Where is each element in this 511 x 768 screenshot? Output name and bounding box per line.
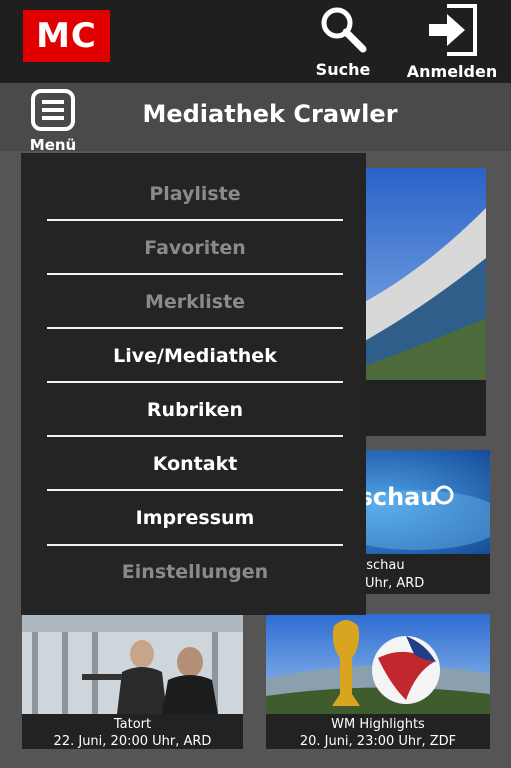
menu-divider [47,219,343,221]
video-subtitle: 20. Juni, 23:00 Uhr, ZDF [299,734,457,749]
menu-item-playliste[interactable]: Playliste [47,183,343,205]
video-title: WM Highlights [331,717,425,732]
menu-divider [47,327,343,329]
menu-icon [31,89,75,131]
video-subtitle: 22. Juni, 20:00 Uhr, ARD [53,734,212,749]
menu-item-kontakt[interactable]: Kontakt [47,453,343,475]
login-icon [429,4,477,56]
top-bar: MC Suche Anmelden [0,0,511,83]
search-button[interactable]: Suche [312,4,374,79]
menu-item-merkliste[interactable]: Merkliste [47,291,343,313]
menu-item-live-mediathek[interactable]: Live/Mediathek [47,345,343,367]
video-title: Tatort [113,717,152,732]
menu-divider [47,544,343,546]
login-button[interactable]: Anmelden [405,4,499,81]
video-thumbnail [22,614,243,714]
menu-divider [47,381,343,383]
menu-divider [47,489,343,491]
video-card[interactable]: Tatort 22. Juni, 20:00 Uhr, ARD [22,614,243,749]
navigation-menu: Playliste Favoriten Merkliste Live/Media… [21,153,366,615]
search-label: Suche [315,60,371,79]
menu-divider [47,273,343,275]
login-label: Anmelden [406,62,498,81]
menu-item-einstellungen[interactable]: Einstellungen [47,561,343,583]
page-title: Mediathek Crawler [142,100,398,128]
video-card[interactable]: WM Highlights 20. Juni, 23:00 Uhr, ZDF [266,614,490,749]
menu-item-rubriken[interactable]: Rubriken [47,399,343,421]
menu-divider [47,435,343,437]
app-logo[interactable]: MC [23,10,110,62]
video-thumbnail [266,614,490,714]
search-icon [321,7,367,53]
menu-item-impressum[interactable]: Impressum [47,507,343,529]
menu-button[interactable]: Menü [26,88,80,154]
menu-item-favoriten[interactable]: Favoriten [47,237,343,259]
